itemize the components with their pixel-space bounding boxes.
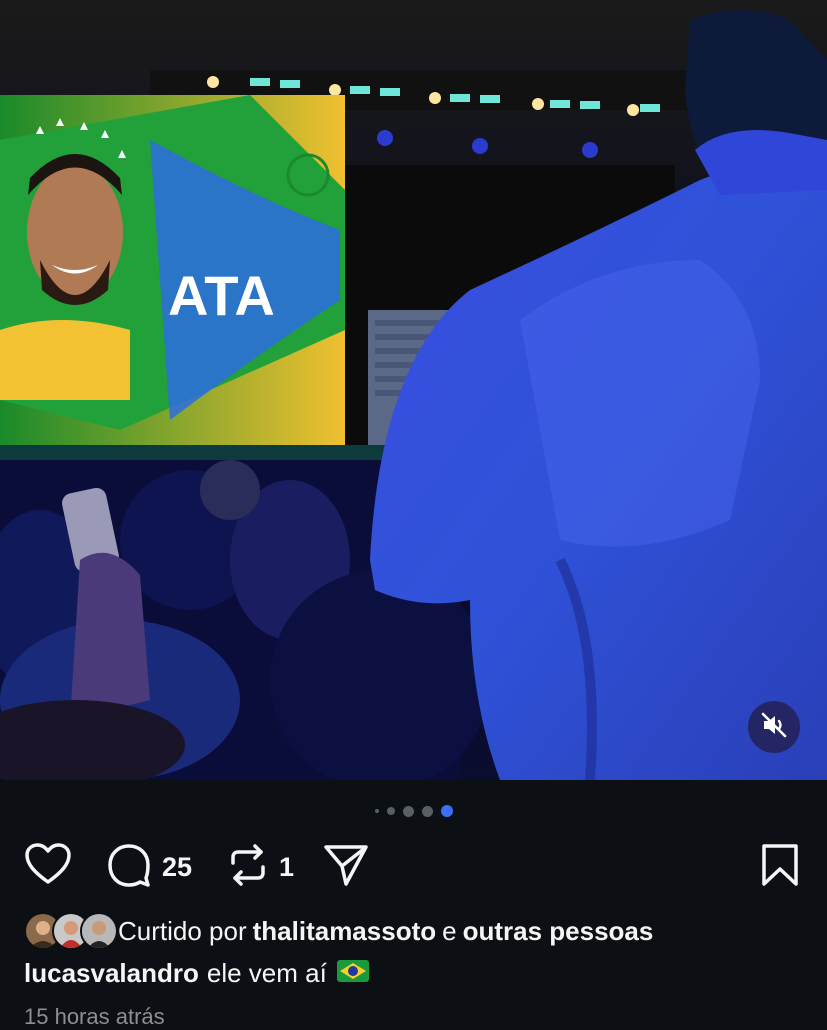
brazil-flag-icon	[336, 958, 369, 989]
carousel-indicator	[0, 804, 827, 818]
bookmark-icon	[760, 843, 800, 892]
comment-button[interactable]: 25	[106, 842, 192, 893]
like-button[interactable]	[24, 842, 72, 891]
speaker-muted-icon	[760, 711, 788, 744]
carousel-dot	[421, 805, 433, 817]
liker-username[interactable]: thalitamassoto	[253, 916, 437, 947]
action-bar: 25 1	[0, 840, 827, 890]
caption-text: ele vem aí	[206, 958, 327, 988]
stage-screen-text: ATA	[168, 264, 275, 327]
liked-prefix: Curtido por	[118, 915, 247, 946]
heart-icon	[24, 842, 72, 891]
carousel-dot	[374, 809, 379, 813]
post-timestamp: 15 horas atrás	[24, 1004, 165, 1029]
event-photo: ATA	[0, 0, 827, 780]
send-icon	[322, 842, 370, 893]
share-button[interactable]	[322, 842, 370, 893]
post-media[interactable]: ATA	[0, 0, 827, 780]
repost-button[interactable]: 1	[227, 843, 294, 892]
comment-icon	[106, 842, 152, 893]
repost-count: 1	[279, 852, 295, 882]
carousel-dot	[402, 805, 414, 817]
post-caption: lucasvalandro ele vem aí	[24, 958, 369, 989]
liked-others[interactable]: outras pessoas	[463, 916, 654, 947]
comment-count: 25	[162, 852, 193, 882]
liked-conj: e	[442, 915, 457, 946]
avatar	[80, 912, 118, 950]
mute-button[interactable]	[748, 701, 800, 753]
carousel-dot	[386, 807, 395, 815]
liker-avatars	[24, 912, 118, 950]
repost-icon	[227, 843, 269, 892]
caption-username[interactable]: lucasvalandro	[24, 958, 199, 989]
save-button[interactable]	[760, 843, 800, 892]
carousel-dot-active	[440, 805, 453, 817]
liked-by-row[interactable]: Curtido por thalitamassoto e outras pess…	[24, 912, 659, 950]
